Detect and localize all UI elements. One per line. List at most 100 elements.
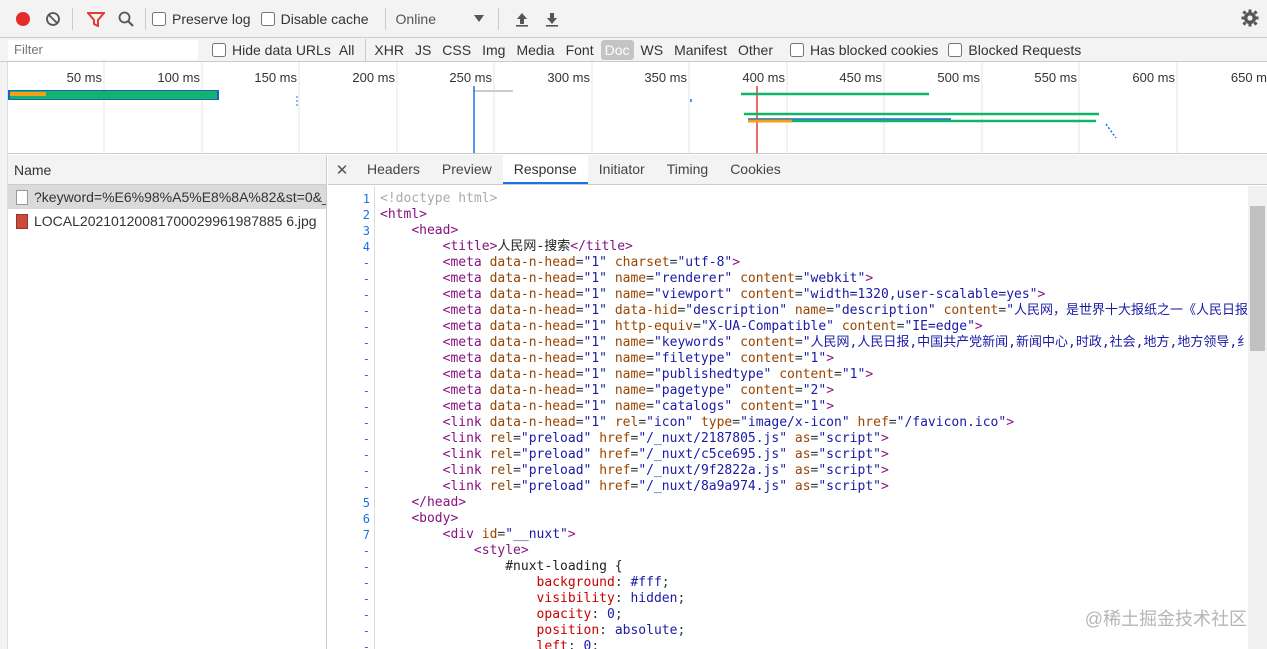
tick-label: 200 ms: [352, 70, 395, 85]
preserve-log-checkbox[interactable]: Preserve log: [152, 11, 251, 27]
type-filter-doc[interactable]: Doc: [600, 39, 634, 60]
toolbar-divider: [72, 7, 73, 30]
document-icon: [16, 189, 28, 205]
import-har-button[interactable]: [509, 6, 535, 32]
timeline-overview[interactable]: 50 ms 100 ms 150 ms 200 ms 250 ms 300 ms…: [8, 62, 1267, 154]
filter-icon: [87, 11, 105, 27]
code-line: - <link rel="preload" href="/_nuxt/c5ce6…: [328, 447, 1248, 463]
watermark: @稀土掘金技术社区: [1084, 609, 1247, 629]
line-source: <!doctype html>: [380, 191, 498, 206]
filter-divider: [365, 38, 367, 61]
code-line: - <meta data-n-head="1" name="viewport" …: [328, 287, 1248, 303]
line-source: <meta data-n-head="1" name="publishedtyp…: [442, 367, 874, 382]
type-filter-manifest[interactable]: Manifest: [670, 40, 731, 60]
preserve-log-input[interactable]: [152, 11, 166, 26]
requests-list-panel: Name ?keyword=%E6%98%A5%E8%8A%82&st=0&_.…: [8, 155, 327, 649]
type-filter-ws[interactable]: WS: [637, 40, 668, 60]
line-number: 4: [362, 240, 370, 254]
search-button[interactable]: [113, 6, 139, 32]
line-number: -: [362, 608, 370, 622]
line-number: 3: [362, 224, 370, 238]
tick-label: 100 ms: [157, 70, 200, 85]
tab-preview[interactable]: Preview: [431, 155, 503, 184]
hide-data-urls-checkbox[interactable]: Hide data URLs: [212, 42, 331, 58]
line-source: <meta data-n-head="1" data-hid="descript…: [442, 303, 1248, 318]
line-source: <meta data-n-head="1" name="keywords" co…: [442, 335, 1248, 350]
tab-headers[interactable]: Headers: [356, 155, 431, 184]
line-source: <meta data-n-head="1" name="viewport" co…: [442, 287, 1046, 302]
line-source: <div id="__nuxt">: [442, 527, 576, 542]
code-line: - <link rel="preload" href="/_nuxt/21878…: [328, 431, 1248, 447]
request-row[interactable]: ?keyword=%E6%98%A5%E8%8A%82&st=0&_...: [8, 185, 326, 209]
export-har-button[interactable]: [539, 6, 565, 32]
disable-cache-checkbox[interactable]: Disable cache: [260, 11, 369, 27]
code-line: - <meta data-n-head="1" name="renderer" …: [328, 271, 1248, 287]
line-source: left: 0;: [536, 639, 600, 649]
network-toolbar: Preserve log Disable cache Online: [0, 0, 1267, 38]
type-filter-other[interactable]: Other: [734, 40, 777, 60]
tick-label: 600 ms: [1132, 70, 1175, 85]
filter-button[interactable]: [83, 6, 109, 32]
close-icon[interactable]: ✕: [328, 155, 356, 184]
clear-button[interactable]: [40, 6, 66, 32]
line-number: -: [362, 320, 370, 334]
tab-timing[interactable]: Timing: [656, 155, 720, 184]
type-filter-media[interactable]: Media: [512, 40, 558, 60]
tick-label: 500 ms: [937, 70, 980, 85]
line-number: 2: [362, 208, 370, 222]
response-source-view[interactable]: 1 <!doctype html> 2 <html> 3 <head> 4 <title>…: [328, 186, 1248, 649]
record-button[interactable]: [10, 6, 36, 32]
line-source: <link rel="preload" href="/_nuxt/c5ce695…: [442, 447, 889, 462]
blocked-requests-input[interactable]: [948, 42, 963, 57]
tab-response[interactable]: Response: [502, 155, 588, 184]
tab-cookies[interactable]: Cookies: [719, 155, 792, 184]
tab-initiator[interactable]: Initiator: [588, 155, 656, 184]
left-gutter: [0, 62, 8, 649]
detail-tabs: ✕ Headers Preview Response Initiator Tim…: [328, 155, 1267, 185]
disable-cache-input[interactable]: [260, 11, 275, 26]
upload-icon: [515, 12, 528, 27]
line-number: 6: [362, 512, 370, 526]
line-source: <meta data-n-head="1" name="catalogs" co…: [442, 399, 835, 414]
toolbar-divider: [497, 7, 499, 30]
vertical-scrollbar[interactable]: [1248, 186, 1267, 649]
has-blocked-cookies-input[interactable]: [790, 42, 804, 57]
has-blocked-cookies-checkbox[interactable]: Has blocked cookies: [790, 42, 938, 58]
type-filter-css[interactable]: CSS: [438, 40, 475, 60]
blocked-requests-checkbox[interactable]: Blocked Requests: [948, 42, 1081, 58]
line-number: -: [362, 448, 370, 462]
throttling-select[interactable]: Online: [396, 11, 484, 27]
request-row[interactable]: LOCAL20210120081700029961987885 6.jpg: [8, 209, 326, 233]
code-line: - <meta data-n-head="1" name="publishedt…: [328, 367, 1248, 383]
type-filter-img[interactable]: Img: [478, 40, 509, 60]
request-name: ?keyword=%E6%98%A5%E8%8A%82&st=0&_...: [34, 189, 326, 205]
filter-input[interactable]: [8, 39, 198, 60]
code-line: - <meta data-n-head="1" name="keywords" …: [328, 335, 1248, 351]
hide-data-urls-input[interactable]: [212, 42, 226, 57]
line-number: -: [362, 544, 370, 558]
type-filter-xhr[interactable]: XHR: [370, 40, 408, 60]
tick-label: 450 ms: [839, 70, 882, 85]
line-number: -: [362, 432, 370, 446]
line-source: background: #fff;: [536, 575, 670, 590]
scrollbar-thumb[interactable]: [1250, 206, 1265, 351]
hide-data-urls-label: Hide data URLs: [232, 41, 331, 58]
tick-label: 350 ms: [644, 70, 687, 85]
line-source: <meta data-n-head="1" name="renderer" co…: [442, 271, 874, 286]
code-line: 5 </head>: [328, 495, 1248, 511]
name-column-header[interactable]: Name: [8, 155, 326, 185]
line-number: -: [362, 336, 370, 350]
line-number: -: [362, 288, 370, 302]
settings-button[interactable]: [1241, 9, 1259, 30]
type-filter-all[interactable]: All: [335, 40, 359, 60]
line-source: <meta data-n-head="1" name="pagetype" co…: [442, 383, 835, 398]
line-source: <meta data-n-head="1" charset="utf-8">: [442, 255, 741, 270]
type-filter-js[interactable]: JS: [411, 40, 435, 60]
request-detail-panel: ✕ Headers Preview Response Initiator Tim…: [328, 155, 1267, 649]
type-filter-font[interactable]: Font: [562, 40, 598, 60]
code-line: - <link rel="preload" href="/_nuxt/9f282…: [328, 463, 1248, 479]
code-line: 6 <body>: [328, 511, 1248, 527]
code-line: 3 <head>: [328, 223, 1248, 239]
line-source: <meta data-n-head="1" http-equiv="X-UA-C…: [442, 319, 983, 334]
toolbar-divider: [384, 7, 386, 30]
